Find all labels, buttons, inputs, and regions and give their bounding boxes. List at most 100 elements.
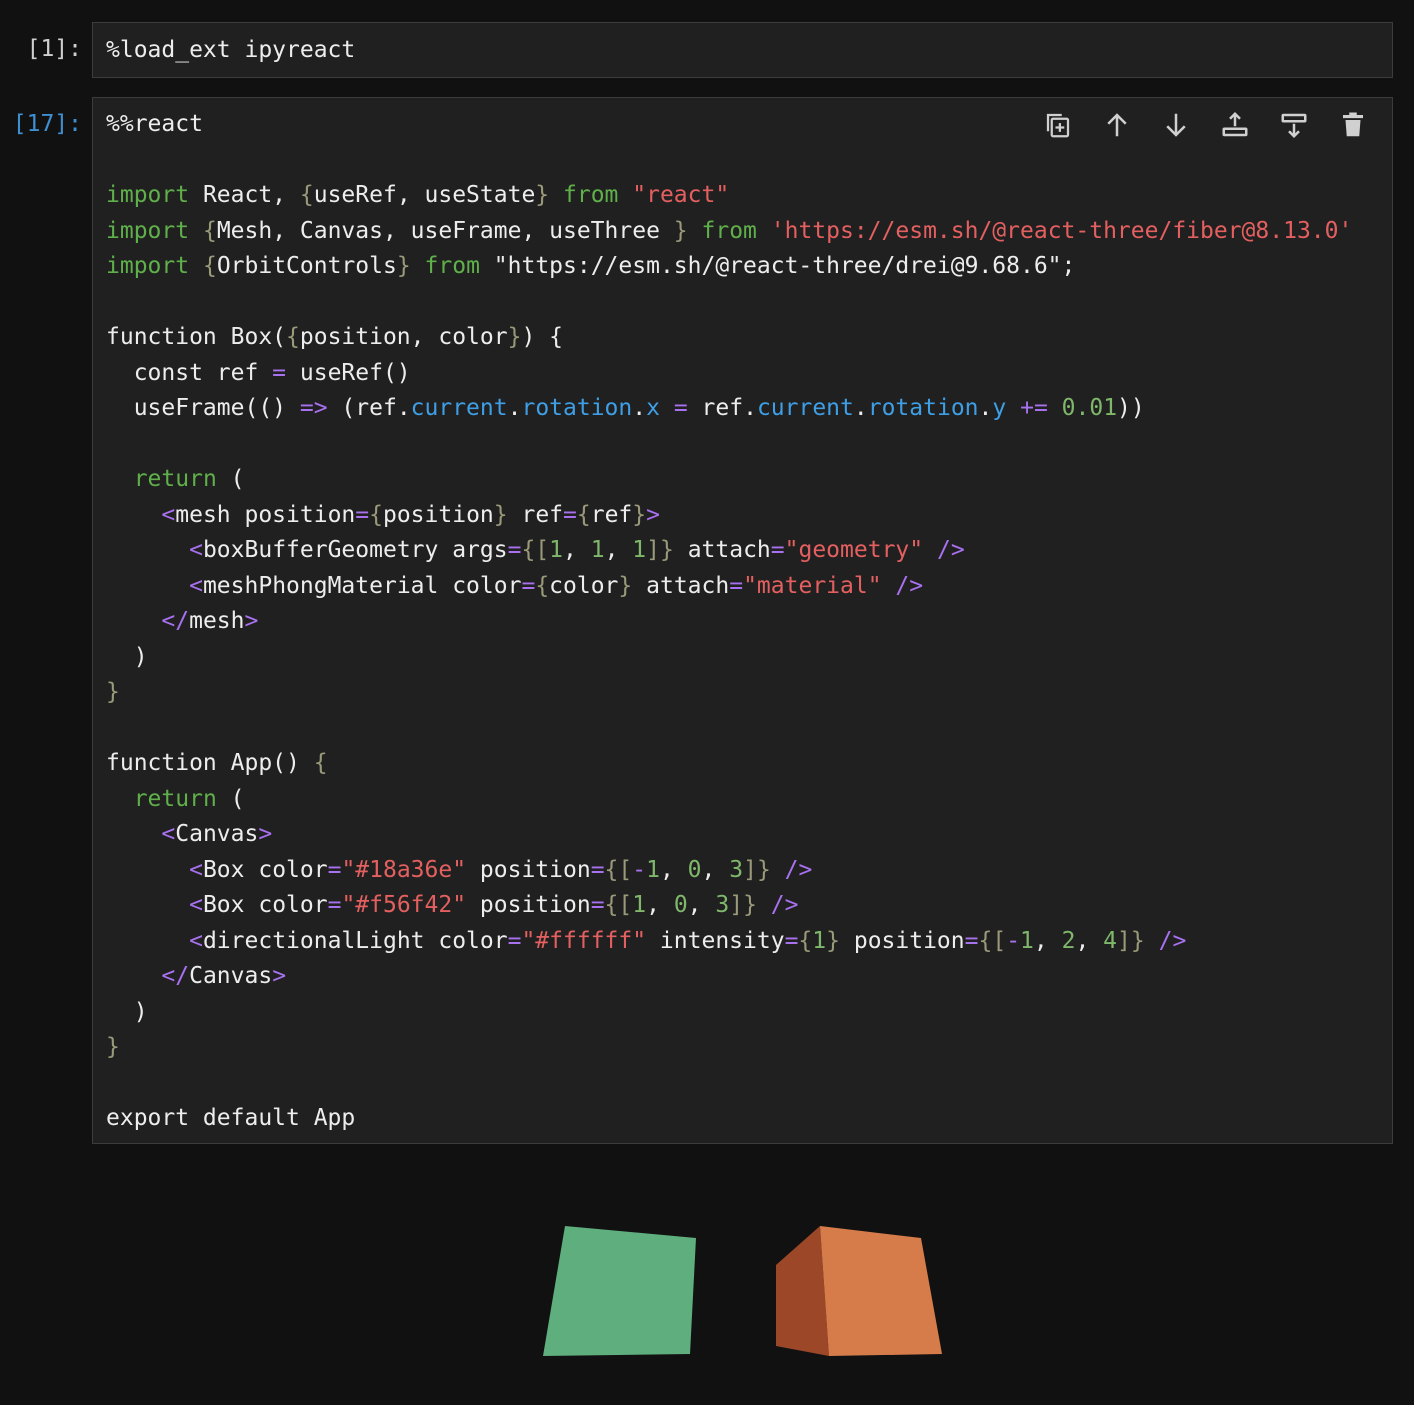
code-token: 0	[687, 856, 702, 883]
arrow-up-icon	[1107, 113, 1127, 137]
code-token: =	[770, 537, 785, 563]
code-token: =	[355, 501, 370, 528]
code-line: function App() {	[106, 748, 328, 778]
code-token: <	[161, 821, 176, 847]
code-token: <	[189, 892, 203, 918]
green-box	[543, 1226, 696, 1356]
code-token: ]}	[743, 856, 771, 883]
code-token: >	[258, 821, 273, 847]
code-token: "react"	[632, 182, 730, 208]
code-token: mesh	[189, 608, 245, 634]
code-token: React,	[189, 182, 300, 208]
insert-below-button[interactable]	[1277, 108, 1311, 142]
code-token: />	[784, 856, 813, 883]
code-line: <meshPhongMaterial color={color} attach=…	[106, 571, 923, 601]
code-token: </	[161, 963, 190, 989]
code-token: }	[396, 253, 411, 279]
move-down-button[interactable]	[1159, 108, 1193, 142]
code-token: 1	[549, 537, 564, 563]
code-token: "#ffffff"	[521, 927, 647, 954]
duplicate-cell-button[interactable]	[1041, 108, 1075, 142]
code-token: {	[798, 927, 813, 954]
code-token: {[	[521, 537, 550, 563]
code-line: function Box({position, color}) {	[106, 322, 563, 352]
code-token: .	[853, 395, 868, 421]
code-token: ]}	[1117, 927, 1145, 954]
code-line: <Box color="#f56f42" position={[1, 0, 3]…	[106, 890, 799, 920]
code-token: meshPhongMaterial color	[202, 572, 522, 599]
code-token: (ref.	[327, 395, 411, 421]
code-token: 'https://esm.sh/@react-three/fiber@8.13.…	[770, 217, 1353, 244]
code-cell-1[interactable]: %load_ext ipyreact	[92, 22, 1393, 78]
code-cell-17[interactable]: %%react import React, {useRef, useState} …	[92, 97, 1393, 1144]
code-token: 1	[812, 927, 827, 954]
code-token: current	[410, 395, 508, 421]
code-token: Canvas	[175, 821, 259, 847]
code-token: position	[466, 892, 591, 918]
code-token: ,	[1033, 927, 1062, 954]
code-token: "material"	[743, 572, 882, 599]
move-up-button[interactable]	[1100, 108, 1134, 142]
code-token: =	[964, 927, 979, 954]
three-canvas[interactable]	[92, 1160, 1393, 1405]
cell-1-prompt: [1]:	[26, 36, 82, 62]
code-token: <	[189, 537, 203, 563]
code-line: }	[106, 677, 120, 707]
code-token: ,	[1075, 927, 1104, 954]
code-line: )	[106, 642, 148, 672]
code-token: 1	[590, 537, 605, 563]
code-token: >	[646, 501, 660, 528]
code-token: ]}	[729, 892, 757, 918]
code-token: Box color	[202, 856, 328, 883]
code-token: </	[161, 608, 190, 634]
code-token: =	[784, 927, 799, 954]
code-token: />	[770, 892, 799, 918]
code-token: {[	[604, 856, 633, 883]
code-token: =	[590, 856, 605, 883]
trash-icon	[1343, 112, 1363, 137]
code-token: boxBufferGeometry args	[202, 537, 508, 563]
code-token: attach	[673, 537, 771, 563]
code-token: .	[978, 395, 993, 421]
code-line: </Canvas>	[106, 961, 286, 991]
delete-cell-button[interactable]	[1336, 108, 1370, 142]
code-token: return	[133, 466, 217, 492]
insert-above-button[interactable]	[1218, 108, 1252, 142]
code-token: ref.	[687, 395, 757, 421]
code-token: Box color	[202, 892, 328, 918]
cell-output[interactable]	[92, 1160, 1393, 1405]
code-token: {	[313, 750, 328, 776]
code-token: Mesh, Canvas, useFrame, useThree	[216, 217, 674, 244]
code-token: position	[840, 927, 965, 954]
code-token: %load_ext ipyreact	[106, 37, 356, 63]
code-token: rotation	[521, 395, 633, 421]
code-token: =	[507, 537, 522, 563]
code-token: <	[189, 856, 203, 883]
code-token: y	[992, 395, 1007, 421]
insert-below-icon	[1281, 113, 1307, 139]
code-token: -	[1006, 927, 1021, 954]
code-line: return (	[106, 464, 245, 494]
code-token: }	[632, 501, 647, 528]
code-token: directionalLight color	[202, 927, 508, 954]
code-token: (	[216, 785, 245, 812]
code-line: export default App	[106, 1103, 355, 1133]
code-line: <Canvas>	[106, 819, 272, 849]
code-token: =	[673, 395, 688, 421]
code-token: }	[493, 501, 508, 528]
code-token: "#f56f42"	[341, 892, 467, 918]
code-line: <mesh position={position} ref={ref}>	[106, 500, 660, 530]
code-token: 3	[729, 856, 744, 883]
code-token: {	[299, 182, 314, 208]
